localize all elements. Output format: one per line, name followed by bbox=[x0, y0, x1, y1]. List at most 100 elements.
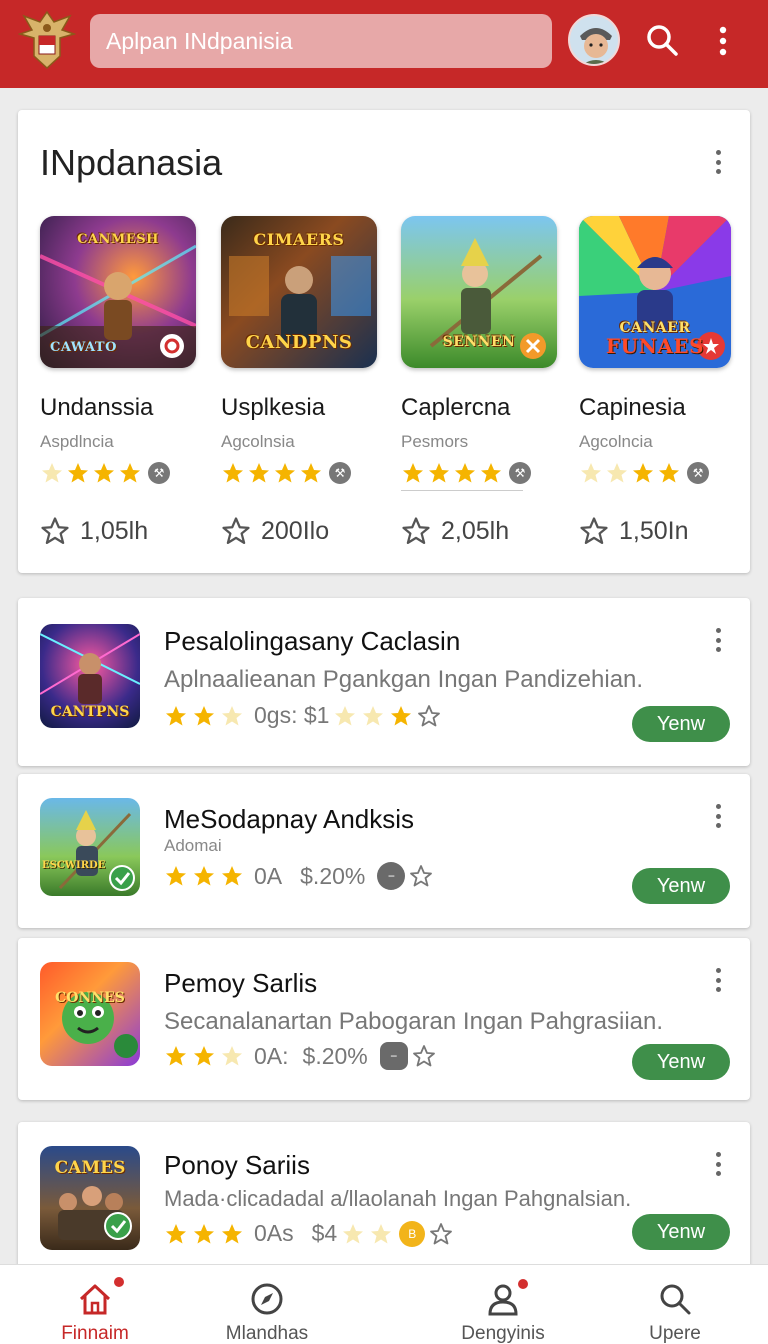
star-filled-icon bbox=[481, 463, 501, 483]
list-item[interactable]: CONNES Pemoy Sarlis Secanalanartan Pabog… bbox=[18, 938, 750, 1100]
game-logo-text: CAWATO bbox=[50, 340, 117, 355]
star-faded-icon bbox=[363, 705, 384, 725]
rating-stars: ⚒ bbox=[221, 460, 381, 486]
game-card[interactable]: CANMESH CAWATO Undanssia Aspdlncia ⚒ 1,0… bbox=[40, 216, 200, 546]
settings-badge-icon: ⚒ bbox=[509, 462, 531, 484]
game-title: Undanssia bbox=[40, 394, 154, 421]
rating-stars bbox=[164, 864, 244, 888]
app-title: Ponoy Sariis bbox=[164, 1150, 310, 1180]
rating-stars bbox=[429, 1222, 453, 1246]
bottom-navigation: Finnaim Mlandhas Dengyinis Upere bbox=[0, 1264, 768, 1344]
search-icon[interactable] bbox=[644, 22, 680, 58]
app-meta: 0A: $.20% − bbox=[164, 1042, 436, 1070]
star-faded-icon bbox=[222, 705, 242, 725]
more-vert-icon[interactable] bbox=[710, 968, 726, 998]
coin-badge-icon: B bbox=[399, 1220, 426, 1247]
app-title: MeSodapnay Andksis bbox=[164, 804, 415, 834]
star-filled-icon bbox=[455, 463, 475, 483]
star-outline-icon bbox=[430, 1222, 453, 1244]
nav-item-account[interactable]: Dengyinis bbox=[438, 1265, 568, 1344]
more-vert-icon[interactable] bbox=[710, 804, 726, 834]
game-publisher: Aspdlncia bbox=[40, 432, 114, 451]
nav-item-explore[interactable]: Mlandhas bbox=[202, 1265, 332, 1344]
app-header bbox=[0, 0, 768, 88]
game-thumbnail[interactable]: CANMESH CAWATO bbox=[40, 216, 196, 368]
rating-stars: ⚒ bbox=[40, 460, 200, 486]
game-thumbnail[interactable]: CANAER FUNAES bbox=[579, 216, 731, 368]
download-count: 200Ilo bbox=[221, 516, 381, 546]
download-count-value: 1,05lh bbox=[80, 516, 149, 545]
list-item[interactable]: ESCWIRDE MeSodapnay Andksis Adomai 0A $.… bbox=[18, 774, 750, 928]
search-icon bbox=[660, 1284, 691, 1315]
list-item[interactable]: CANTPNS Pesalolingasany Caclasin Aplnaal… bbox=[18, 598, 750, 766]
view-button[interactable]: Yenw bbox=[632, 1214, 730, 1250]
download-count: 1,50In bbox=[579, 516, 739, 546]
app-description: Adomai bbox=[164, 836, 222, 855]
more-vert-icon[interactable] bbox=[710, 1152, 726, 1182]
view-button[interactable]: Yenw bbox=[632, 1044, 730, 1080]
nav-item-home[interactable]: Finnaim bbox=[30, 1265, 160, 1344]
search-input[interactable] bbox=[90, 14, 552, 68]
game-thumbnail[interactable]: CIMAERS CANDPNS bbox=[221, 216, 377, 368]
download-count: 2,05lh bbox=[401, 516, 561, 546]
game-logo-text: FUNAES bbox=[605, 334, 705, 358]
compass-icon bbox=[251, 1283, 283, 1315]
star-filled-icon bbox=[222, 866, 242, 886]
featured-section: INpdanasia CANMESH CAWATO Undanssia Aspd… bbox=[18, 110, 750, 573]
nav-label: Mlandhas bbox=[225, 1323, 309, 1344]
star-filled-icon bbox=[633, 463, 653, 483]
garuda-emblem-icon[interactable] bbox=[18, 8, 76, 74]
info-badge-icon: − bbox=[377, 862, 406, 890]
rating-stars bbox=[164, 1222, 244, 1246]
rating-stars bbox=[333, 704, 441, 728]
star-outline-icon bbox=[410, 865, 433, 887]
more-vert-icon[interactable] bbox=[710, 150, 726, 180]
user-avatar[interactable] bbox=[568, 14, 620, 66]
game-publisher: Agcolnsia bbox=[221, 432, 295, 451]
star-faded-icon bbox=[371, 1223, 392, 1243]
star-outline-icon bbox=[580, 517, 608, 544]
app-meta: 0A $.20% − bbox=[164, 862, 433, 890]
game-title: Capinesia bbox=[579, 394, 686, 421]
rating-stars bbox=[341, 1222, 393, 1246]
app-meta: 0gs: $1 bbox=[164, 702, 441, 729]
app-description: Aplnaalieanan Pgankgan Ingan Pandizehian… bbox=[164, 666, 644, 693]
download-count-value: 1,50In bbox=[619, 516, 689, 545]
app-thumbnail[interactable]: CONNES bbox=[40, 962, 140, 1066]
game-logo-text: CIMAERS bbox=[253, 230, 345, 249]
app-thumbnail[interactable]: CANTPNS bbox=[40, 624, 140, 728]
star-outline-icon bbox=[418, 704, 441, 726]
app-thumbnail[interactable]: CAMES bbox=[40, 1146, 140, 1250]
list-item[interactable]: CAMES Ponoy Sariis Mada·clicadadal a/lla… bbox=[18, 1122, 750, 1282]
star-filled-icon bbox=[222, 1223, 242, 1243]
view-button[interactable]: Yenw bbox=[632, 706, 730, 742]
more-vert-icon[interactable] bbox=[708, 22, 738, 62]
nav-label: Upere bbox=[649, 1323, 701, 1344]
game-card[interactable]: CIMAERS CANDPNS Usplkesia Agcolnsia ⚒ 20… bbox=[221, 216, 381, 546]
game-logo-text: CANMESH bbox=[77, 232, 159, 247]
download-count: 1,05lh bbox=[40, 516, 200, 546]
star-faded-icon bbox=[581, 463, 601, 483]
app-meta-text: 0gs: $1 bbox=[254, 702, 330, 728]
app-meta-text: 0As bbox=[254, 1220, 294, 1246]
star-filled-icon bbox=[166, 1046, 186, 1066]
star-outline-icon bbox=[222, 517, 250, 544]
app-thumbnail[interactable]: ESCWIRDE bbox=[40, 798, 140, 896]
game-card[interactable]: CANAER FUNAES Capinesia Agcolncia ⚒ 1,50… bbox=[579, 216, 739, 546]
app-description: Mada·clicadadal a/llaolanah Ingan Pahgna… bbox=[164, 1186, 632, 1211]
game-card[interactable]: SENNEN Caplercna Pesmors ⚒ 2,05lh bbox=[401, 216, 561, 546]
info-badge-icon: − bbox=[379, 1042, 408, 1070]
notification-badge bbox=[112, 1275, 126, 1289]
view-button[interactable]: Yenw bbox=[632, 868, 730, 904]
game-title: Caplercna bbox=[401, 394, 511, 421]
divider bbox=[401, 490, 523, 491]
game-thumbnail[interactable]: SENNEN bbox=[401, 216, 557, 368]
rating-stars: ⚒ bbox=[579, 460, 739, 486]
nav-item-search[interactable]: Upere bbox=[610, 1265, 740, 1344]
notification-badge bbox=[516, 1277, 530, 1291]
more-vert-icon[interactable] bbox=[710, 628, 726, 658]
download-count-value: 2,05lh bbox=[441, 516, 510, 545]
game-title: Usplkesia bbox=[221, 394, 326, 421]
star-filled-icon bbox=[194, 1046, 214, 1066]
star-filled-icon bbox=[403, 463, 423, 483]
